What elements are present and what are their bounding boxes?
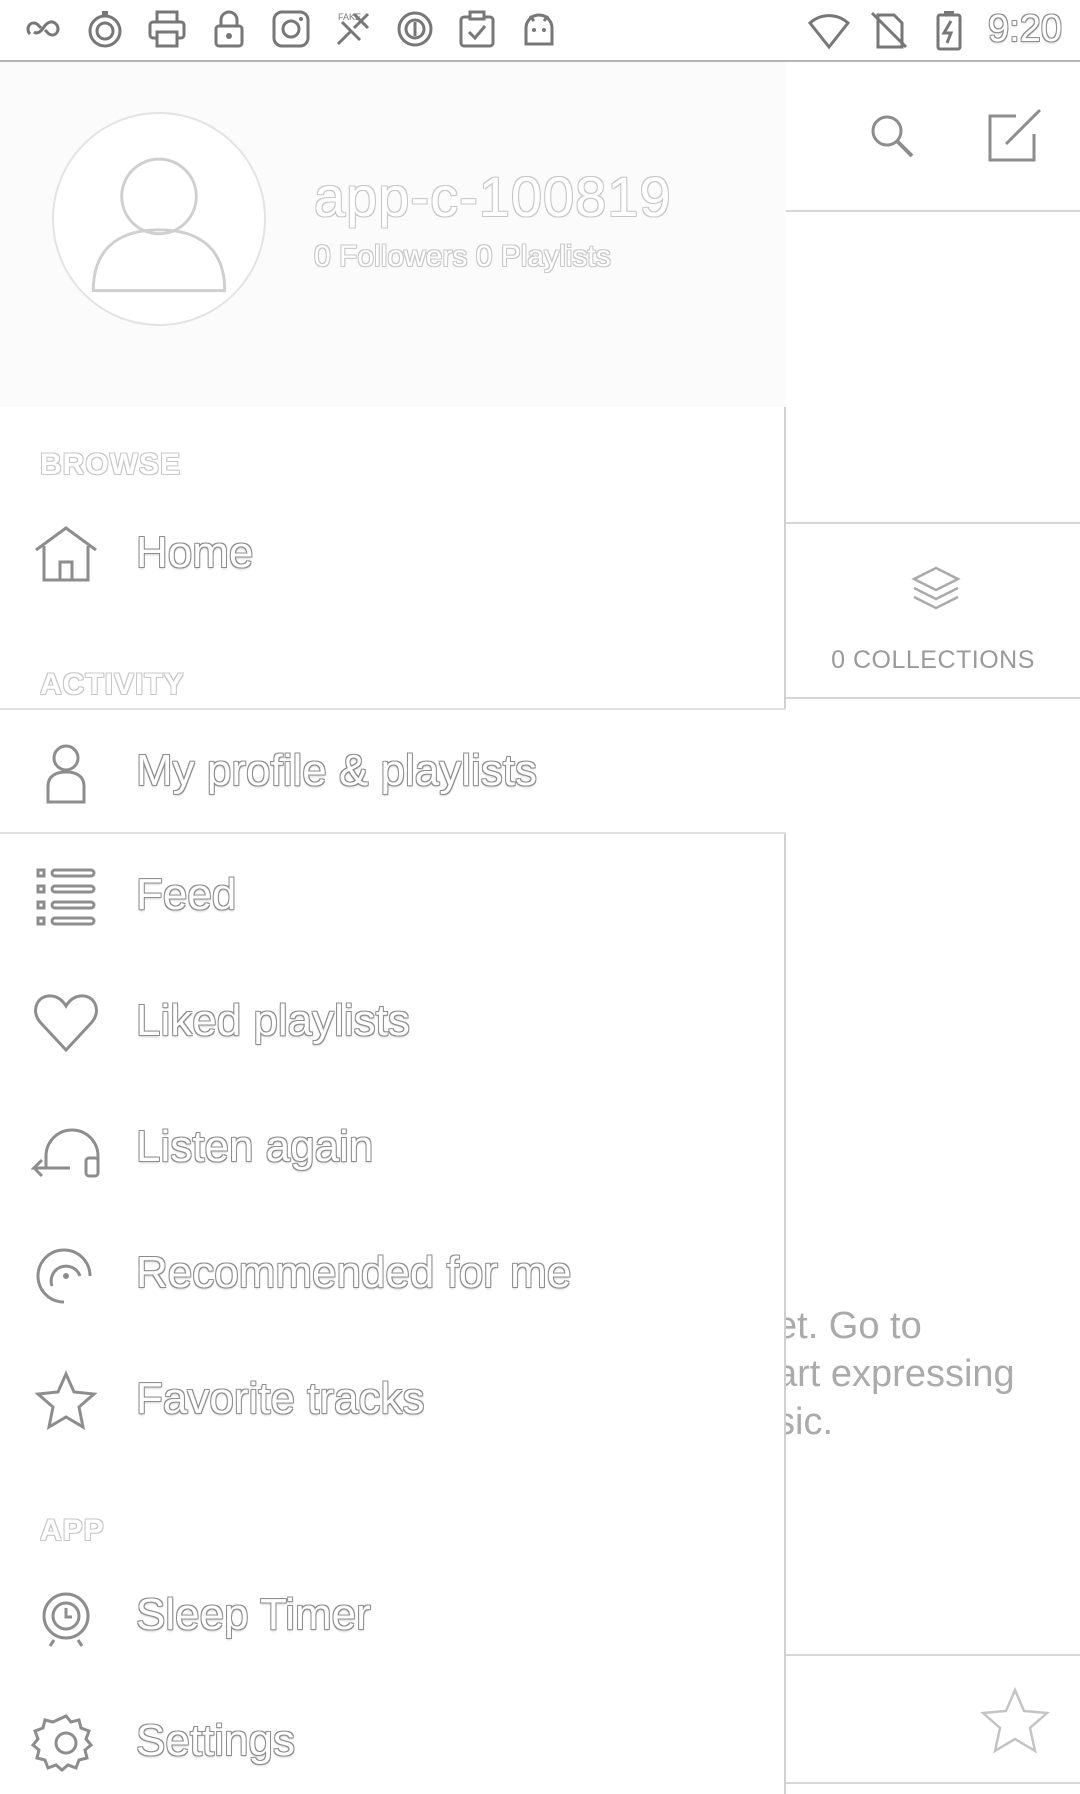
android-icon — [524, 13, 554, 46]
background-banner — [786, 214, 1080, 524]
navigation-drawer: app-c-100819 0 Followers 0 Playlists BRO… — [0, 62, 786, 1794]
user-icon — [46, 744, 86, 804]
drawer-item-favorite-tracks[interactable]: Favorite tracks — [0, 1338, 786, 1464]
background-screen: 0 COLLECTIONS et. Go to art expressing s… — [786, 62, 1080, 1794]
collections-tab[interactable]: 0 COLLECTIONS — [786, 524, 1080, 699]
heart-icon — [34, 994, 98, 1053]
profile-username: app-c-100819 — [314, 165, 672, 228]
list-icon — [36, 868, 96, 926]
link-icon — [26, 20, 60, 37]
lock-icon — [214, 10, 244, 48]
star-icon[interactable] — [978, 1684, 1052, 1758]
fake-gps-icon: FAKE — [336, 12, 370, 46]
drawer-item-label: Liked playlists — [136, 996, 410, 1045]
drawer-item-label: Listen again — [136, 1122, 374, 1171]
section-label-app: APP — [40, 1514, 105, 1547]
drawer-item-settings[interactable]: Settings — [0, 1680, 786, 1794]
wifi-icon — [808, 13, 851, 49]
person-icon — [91, 157, 227, 293]
clock: 9:20 — [988, 8, 1062, 50]
printer-icon — [148, 10, 186, 48]
drawer-item-label: Recommended for me — [136, 1248, 572, 1297]
drawer-item-my-profile[interactable]: My profile & playlists — [0, 708, 786, 834]
drawer-item-sleep-timer[interactable]: Sleep Timer — [0, 1554, 786, 1680]
compose-icon[interactable] — [984, 104, 1046, 166]
drawer-item-recommended[interactable]: Recommended for me — [0, 1212, 786, 1338]
svg-text:FAKE: FAKE — [338, 12, 361, 22]
search-icon[interactable] — [866, 110, 918, 162]
notification-icons: FAKE — [22, 8, 560, 50]
alarm-clock-icon — [42, 1592, 90, 1647]
system-icons: 9:20 — [808, 8, 1062, 51]
recommended-icon — [36, 1248, 92, 1304]
avatar[interactable] — [52, 112, 266, 326]
section-label-activity: ACTIVITY — [40, 668, 185, 701]
home-icon — [35, 526, 97, 582]
mini-player — [786, 1654, 1080, 1784]
battery-charging-icon — [936, 10, 962, 50]
clipboard-check-icon — [459, 10, 495, 48]
circle-icon — [397, 11, 433, 47]
collections-label: 0 COLLECTIONS — [831, 646, 1035, 674]
drawer-item-home[interactable]: Home — [0, 492, 786, 618]
drawer-item-feed[interactable]: Feed — [0, 834, 786, 960]
empty-state-text: et. Go to art expressing sic. — [786, 1302, 1080, 1446]
drawer-item-label: Favorite tracks — [136, 1374, 425, 1423]
drawer-item-label: Home — [136, 528, 254, 577]
empty-line-1: et. Go to — [786, 1305, 922, 1347]
profile-stats: 0 Followers 0 Playlists — [314, 240, 611, 273]
no-sim-icon — [870, 11, 908, 48]
timer-icon — [88, 11, 122, 48]
drawer-item-label: Settings — [136, 1716, 295, 1765]
star-icon — [34, 1370, 98, 1430]
drawer-header[interactable]: app-c-100819 0 Followers 0 Playlists — [0, 62, 786, 407]
gear-icon — [30, 1714, 94, 1772]
replay-icon — [30, 1128, 100, 1178]
background-toolbar — [786, 62, 1080, 212]
drawer-item-label: Feed — [136, 870, 237, 919]
empty-line-2: art expressing — [786, 1353, 1015, 1395]
section-label-browse: BROWSE — [40, 448, 181, 481]
drawer-item-label: My profile & playlists — [136, 746, 538, 795]
camera-icon — [272, 10, 310, 48]
drawer-item-liked-playlists[interactable]: Liked playlists — [0, 960, 786, 1086]
status-bar: FAKE 9:20 — [0, 0, 1080, 62]
layers-icon — [911, 566, 961, 610]
drawer-item-listen-again[interactable]: Listen again — [0, 1086, 786, 1212]
empty-line-3: sic. — [786, 1401, 833, 1443]
drawer-item-label: Sleep Timer — [136, 1590, 371, 1639]
